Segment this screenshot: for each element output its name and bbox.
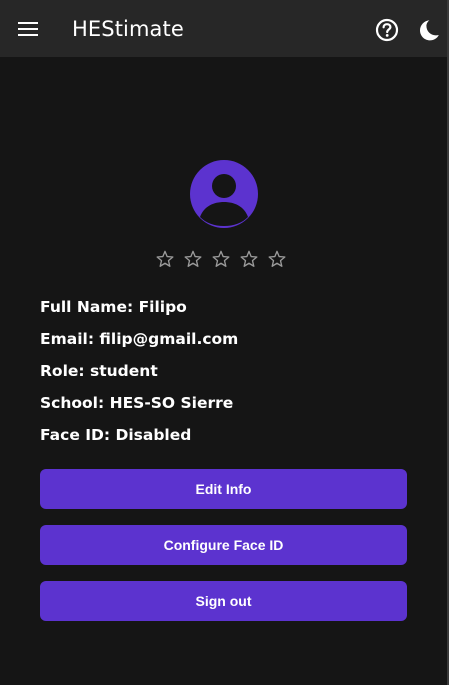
star-icon[interactable] [155,249,175,269]
moon-icon[interactable] [415,17,441,43]
star-icon[interactable] [211,249,231,269]
role-text: Role: student [40,362,158,380]
face-id-status-text: Face ID: Disabled [40,426,192,444]
star-rating [155,249,287,269]
star-icon[interactable] [239,249,259,269]
help-circle-icon[interactable] [374,17,400,43]
user-avatar-icon [190,160,258,228]
app-bar: HEStimate [0,0,447,57]
school-text: School: HES-SO Sierre [40,394,234,412]
star-icon[interactable] [183,249,203,269]
sign-out-button[interactable]: Sign out [40,581,407,621]
app-root: HEStimate Full Name: Filipo Email: filip… [0,0,449,685]
hamburger-menu-icon[interactable] [14,16,42,42]
star-icon[interactable] [267,249,287,269]
email-text: Email: filip@gmail.com [40,330,239,348]
configure-face-id-button[interactable]: Configure Face ID [40,525,407,565]
full-name-text: Full Name: Filipo [40,298,187,316]
edit-info-button[interactable]: Edit Info [40,469,407,509]
app-title: HEStimate [72,17,184,41]
